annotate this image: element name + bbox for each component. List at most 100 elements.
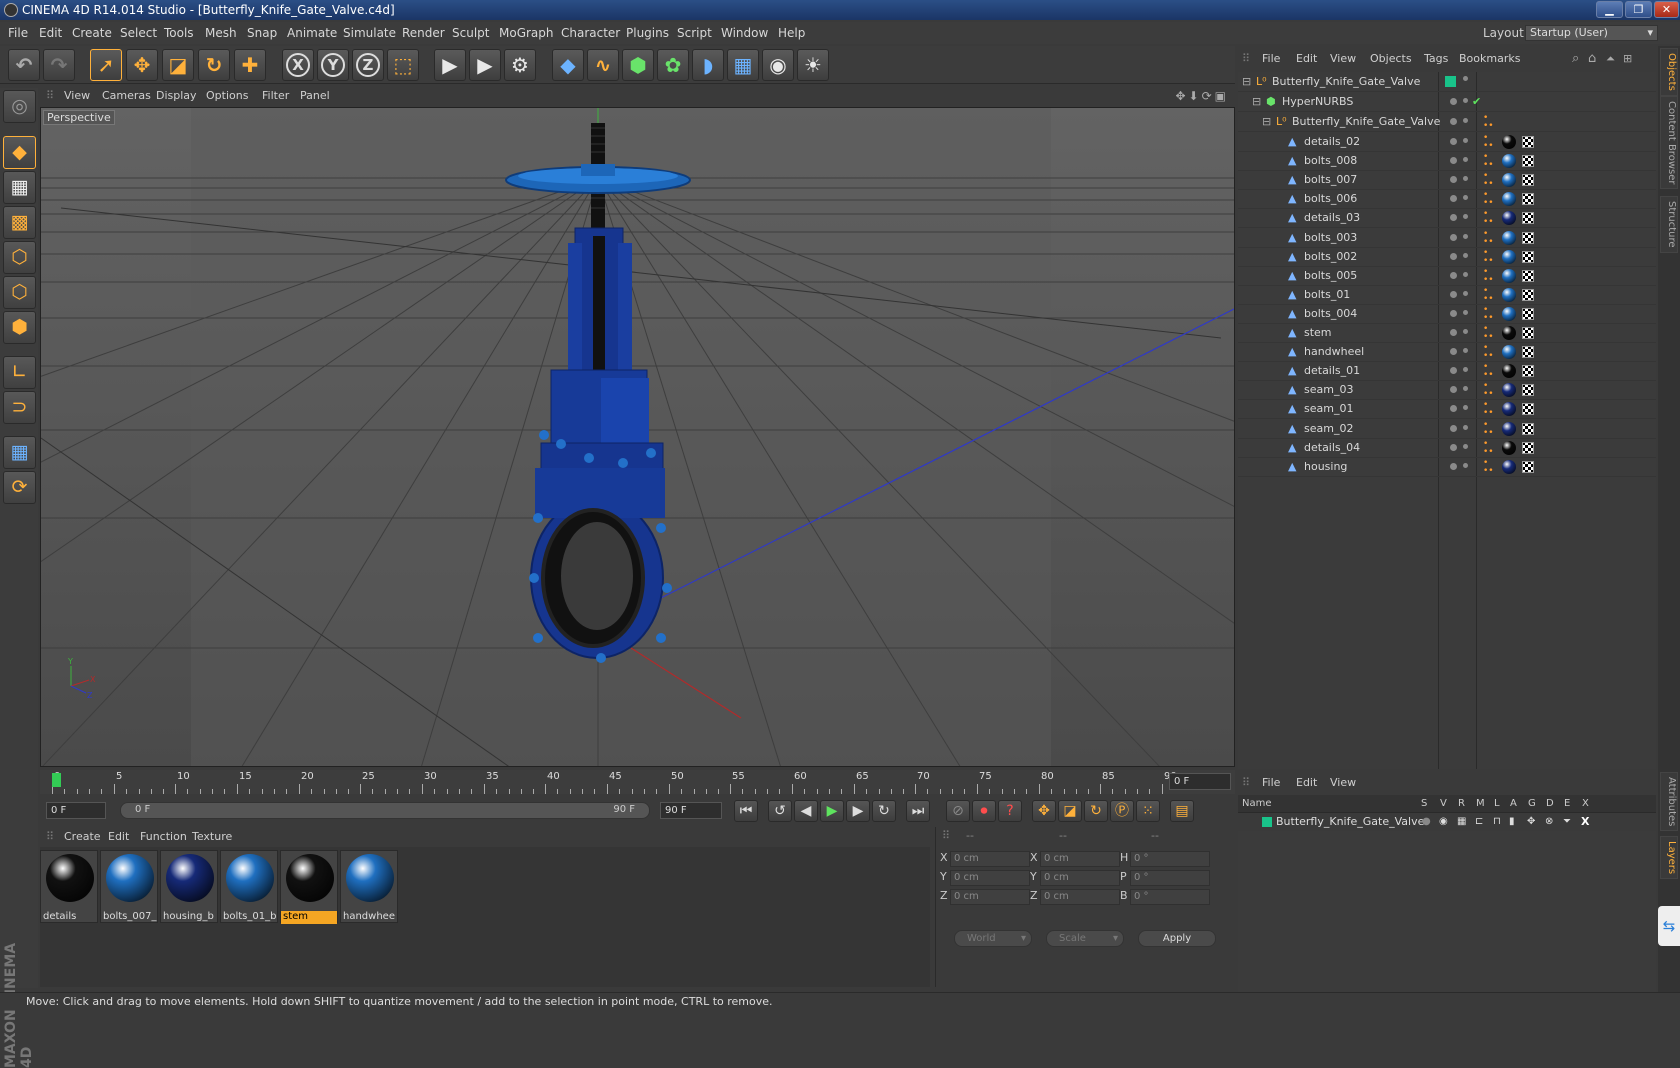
tree-row-object[interactable]: ▲ details_01 • •• — [1238, 361, 1656, 382]
tree-row-object[interactable]: ▲ seam_03 • •• — [1238, 380, 1656, 401]
material-tag-icon[interactable] — [1502, 211, 1516, 226]
editor-visibility-dot[interactable] — [1450, 157, 1457, 165]
render-visibility-dot[interactable] — [1463, 195, 1468, 201]
coordinate-value-field[interactable]: 0 cm — [1040, 870, 1120, 886]
viewport-menu-panel[interactable]: Panel — [300, 86, 330, 106]
current-frame-field[interactable]: 0 F — [1169, 773, 1231, 790]
menu-file[interactable]: File — [8, 22, 28, 44]
texture-tag-icon[interactable] — [1522, 212, 1534, 225]
cube-primitive-icon[interactable]: ◆ — [552, 49, 584, 81]
next-key-icon[interactable]: ↻ — [872, 800, 896, 822]
tab-objects[interactable]: Objects — [1660, 48, 1678, 96]
size-mode-select[interactable]: Scale ▾ — [1046, 930, 1124, 947]
coordinate-value-field[interactable]: 0 cm — [1040, 851, 1120, 867]
material-menu-function[interactable]: Function — [140, 827, 187, 847]
coordinate-space-select[interactable]: World ▾ — [954, 930, 1032, 947]
editor-visibility-dot[interactable] — [1450, 329, 1457, 336]
array-icon[interactable]: ✿ — [657, 49, 689, 81]
texture-tag-icon[interactable] — [1522, 307, 1534, 320]
nurbs-icon[interactable]: ⬢ — [622, 49, 654, 81]
undo-icon[interactable]: ↶ — [8, 49, 40, 81]
perspective-viewport[interactable]: Y X Z Perspective — [40, 107, 1235, 767]
phong-tag-icon[interactable]: • •• — [1483, 325, 1497, 342]
viewport-menu-display[interactable]: Display — [156, 86, 197, 106]
editor-visibility-dot[interactable] — [1450, 118, 1457, 125]
layout-select[interactable]: Startup (User) ▾ — [1525, 25, 1658, 41]
teamviewer-icon[interactable]: ⇆ — [1658, 906, 1680, 946]
phong-tag-icon[interactable]: • •• — [1483, 191, 1497, 208]
object-menu-tags[interactable]: Tags — [1424, 46, 1448, 72]
make-editable-icon[interactable]: ◎ — [3, 90, 36, 123]
material-tag-icon[interactable] — [1502, 459, 1516, 474]
phong-tag-icon[interactable]: • •• — [1483, 153, 1497, 170]
phong-tag-icon[interactable]: • •• — [1483, 305, 1497, 322]
coordinate-system-icon[interactable]: ⬚ — [387, 49, 419, 81]
tree-row-object[interactable]: ▲ details_04 • •• — [1238, 438, 1656, 458]
material-tag-icon[interactable] — [1502, 268, 1516, 283]
texture-tag-icon[interactable] — [1522, 193, 1534, 206]
texture-tag-icon[interactable] — [1522, 460, 1534, 473]
axis-mode-icon[interactable]: ∟ — [3, 356, 36, 389]
previous-frame-icon[interactable]: ◀ — [794, 800, 818, 822]
timeline-playhead[interactable] — [52, 773, 61, 787]
material-tag-icon[interactable] — [1502, 326, 1516, 340]
deformer-icon[interactable]: ◗ — [692, 49, 724, 81]
phong-tag-icon[interactable]: • •• — [1483, 267, 1497, 284]
editor-visibility-dot[interactable] — [1450, 443, 1457, 451]
material-tag-icon[interactable] — [1502, 402, 1516, 417]
coordinate-value-field[interactable]: 0 ° — [1130, 889, 1210, 905]
material-tag-icon[interactable] — [1502, 173, 1516, 188]
coordinate-value-field[interactable]: 0 cm — [950, 870, 1030, 886]
camera-icon[interactable]: ◉ — [762, 49, 794, 81]
move-icon[interactable]: ✥ — [126, 49, 158, 81]
phong-tag-icon[interactable]: • •• — [1483, 382, 1497, 399]
render-visibility-dot[interactable] — [1463, 290, 1468, 296]
menu-mesh[interactable]: Mesh — [205, 22, 237, 44]
editor-visibility-dot[interactable] — [1450, 462, 1457, 470]
tree-row-object[interactable]: ▲ bolts_01 • •• — [1238, 285, 1656, 305]
render-visibility-dot[interactable] — [1463, 157, 1468, 163]
locked-workplane-icon[interactable]: ⟳ — [3, 471, 36, 504]
key-position-icon[interactable]: ✥ — [1032, 800, 1056, 822]
render-visibility-dot[interactable] — [1463, 443, 1468, 449]
menu-render[interactable]: Render — [402, 22, 445, 44]
phong-tag-icon[interactable]: • •• — [1483, 439, 1497, 456]
editor-visibility-dot[interactable] — [1450, 405, 1457, 413]
keyframe-help-icon[interactable]: ? — [998, 800, 1022, 822]
menu-plugins[interactable]: Plugins — [626, 22, 669, 44]
render-visibility-dot[interactable] — [1463, 271, 1468, 277]
phong-tag-icon[interactable]: • •• — [1483, 210, 1497, 227]
edges-mode-icon[interactable]: ⬡ — [3, 276, 36, 309]
next-frame-icon[interactable]: ▶ — [846, 800, 870, 822]
material-tag-icon[interactable] — [1502, 154, 1516, 169]
go-to-start-icon[interactable]: ⏮ — [734, 800, 758, 822]
phong-tag-icon[interactable]: • •• — [1483, 344, 1497, 361]
viewport-menu-options[interactable]: Options — [206, 86, 248, 106]
phong-tag-icon[interactable]: • •• — [1483, 114, 1497, 131]
live-selection-icon[interactable]: ➚ — [90, 49, 122, 81]
tree-row-root[interactable]: ⊟ L⁰ Butterfly_Knife_Gate_Valve — [1238, 72, 1656, 92]
key-points-icon[interactable]: ⁙ — [1136, 800, 1160, 822]
record-icon[interactable]: ⊘ — [946, 800, 970, 822]
material-tag-icon[interactable] — [1502, 364, 1516, 379]
object-menu-file[interactable]: File — [1262, 46, 1280, 72]
layer-expression-icon[interactable]: ⏷ — [1563, 813, 1571, 831]
material-tag-icon[interactable] — [1502, 287, 1516, 302]
layer-deformer-icon[interactable]: ⊗ — [1545, 813, 1553, 831]
menu-help[interactable]: Help — [778, 22, 805, 44]
redo-icon[interactable]: ↷ — [43, 49, 75, 81]
texture-tag-icon[interactable] — [1522, 327, 1534, 339]
editor-visibility-dot[interactable] — [1450, 233, 1457, 241]
tree-row-object[interactable]: ▲ bolts_007 • •• — [1238, 170, 1656, 191]
render-visibility-dot[interactable] — [1463, 309, 1468, 315]
tree-row-object[interactable]: ▲ stem • •• — [1238, 323, 1656, 343]
texture-tag-icon[interactable] — [1522, 269, 1534, 282]
layer-color-swatch[interactable] — [1262, 817, 1272, 827]
viewport-navigation-icons[interactable]: ✥⬇⟳▣ — [1175, 86, 1229, 106]
menu-animate[interactable]: Animate — [287, 22, 337, 44]
texture-mode-icon[interactable]: ▦ — [3, 171, 36, 204]
texture-tag-icon[interactable] — [1522, 365, 1534, 378]
material-tag-icon[interactable] — [1502, 249, 1516, 264]
maximize-button[interactable]: ❐ — [1625, 1, 1652, 18]
up-arrow-icon[interactable]: ⏶ — [1606, 46, 1615, 72]
